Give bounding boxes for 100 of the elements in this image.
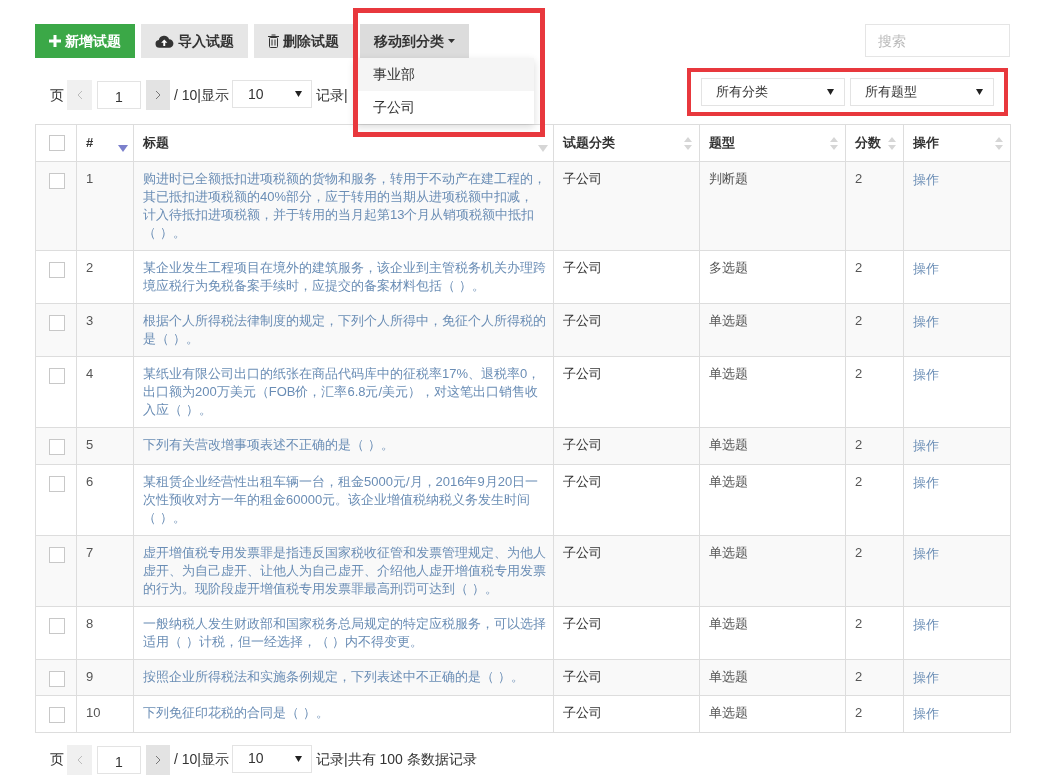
chevron-left-icon	[76, 90, 83, 100]
table-cell: 8	[76, 606, 134, 659]
dropdown-arrow-icon	[827, 89, 834, 95]
row-checkbox[interactable]	[49, 173, 65, 189]
column-header[interactable]: 标题	[133, 124, 554, 162]
select-all-checkbox[interactable]	[49, 135, 65, 151]
table-cell: 子公司	[553, 250, 700, 304]
action-link[interactable]: 操作	[913, 615, 939, 634]
page-label: 页	[50, 750, 64, 769]
table-cell: 单选题	[699, 303, 846, 357]
table-cell: 单选题	[699, 606, 846, 659]
dropdown-arrow-icon	[295, 91, 302, 97]
search-field[interactable]: 搜索	[865, 24, 1010, 57]
table-cell: 6	[76, 464, 134, 535]
row-checkbox[interactable]	[49, 546, 65, 563]
action-link[interactable]: 操作	[913, 437, 939, 455]
table-cell: 9	[76, 659, 134, 696]
table-cell: 单选题	[699, 427, 846, 464]
table-cell: 判断题	[699, 161, 846, 251]
dropdown-arrow-icon	[295, 755, 302, 762]
table-cell: 子公司	[553, 464, 700, 535]
table-cell: 2	[845, 303, 904, 357]
table-cell: 子公司	[553, 303, 700, 357]
table-cell: 单选题	[699, 356, 846, 428]
action-link[interactable]: 操作	[913, 668, 939, 687]
action-link[interactable]: 操作	[913, 313, 939, 331]
table-cell: 子公司	[553, 427, 700, 464]
table-cell: 单选题	[699, 464, 846, 535]
action-link[interactable]: 操作	[913, 705, 939, 723]
table-cell: 子公司	[553, 161, 700, 251]
row-checkbox[interactable]	[49, 262, 65, 278]
table-cell: 子公司	[553, 535, 700, 606]
page-count-text: / 10|显示	[174, 750, 229, 769]
table-cell: 2	[845, 535, 904, 606]
column-header[interactable]: 分数	[845, 124, 904, 162]
page-count-text: / 10|显示	[174, 85, 229, 105]
table-cell: 2	[845, 161, 904, 251]
column-header[interactable]: 试题分类	[553, 124, 700, 162]
chevron-right-icon	[155, 754, 161, 765]
table-cell: 7	[76, 535, 134, 606]
filter-select[interactable]: 所有题型	[850, 78, 994, 106]
trash-icon	[268, 34, 279, 48]
add-question-button[interactable]: 新增试题	[35, 24, 135, 58]
next-page-button[interactable]	[146, 80, 170, 110]
menu-item[interactable]: 事业部	[355, 58, 534, 91]
table-cell: 单选题	[699, 695, 846, 732]
table-cell: 4	[76, 356, 134, 428]
table-cell: 单选题	[699, 659, 846, 696]
action-link[interactable]: 操作	[913, 544, 939, 563]
row-checkbox[interactable]	[49, 315, 65, 331]
next-page-button[interactable]	[146, 744, 170, 775]
row-checkbox[interactable]	[49, 368, 65, 384]
caret-icon	[448, 39, 455, 43]
table-cell: 子公司	[553, 356, 700, 428]
table-cell: 2	[845, 250, 904, 304]
table-cell: 2	[845, 606, 904, 659]
row-checkbox[interactable]	[49, 475, 65, 492]
column-header[interactable]: 题型	[699, 124, 846, 162]
action-link[interactable]: 操作	[913, 473, 939, 492]
table-cell: 2	[845, 659, 904, 696]
move-to-category-button[interactable]: 移动到分类	[360, 24, 469, 58]
table-cell: 子公司	[553, 695, 700, 732]
chevron-left-icon	[76, 754, 83, 765]
row-checkbox[interactable]	[49, 707, 65, 723]
page-label: 页	[50, 85, 64, 105]
record-summary: 记录|共有 100 条数据记录	[316, 750, 477, 769]
table-cell: 2	[845, 464, 904, 535]
table-cell: 2	[845, 695, 904, 732]
table-cell: 多选题	[699, 250, 846, 304]
row-checkbox[interactable]	[49, 670, 65, 687]
dropdown-arrow-icon	[976, 89, 983, 95]
table-cell: 10	[76, 695, 134, 732]
action-link[interactable]: 操作	[913, 366, 939, 384]
page-input[interactable]: 1	[97, 745, 141, 774]
page-size-select[interactable]: 10	[232, 80, 312, 108]
column-header[interactable]: #	[76, 124, 134, 162]
row-checkbox[interactable]	[49, 617, 65, 634]
import-questions-button[interactable]: 导入试题	[141, 24, 248, 58]
page-size-select[interactable]: 10	[232, 744, 312, 773]
page-input[interactable]: 1	[97, 81, 141, 109]
plus-icon	[49, 35, 61, 47]
table-cell: 2	[845, 427, 904, 464]
record-summary: 记录|	[316, 85, 348, 105]
action-link[interactable]: 操作	[913, 260, 939, 278]
table-cell: 2	[76, 250, 134, 304]
table-cell: 3	[76, 303, 134, 357]
cloud-upload-icon	[155, 34, 174, 48]
menu-item[interactable]: 子公司	[355, 91, 534, 124]
column-header[interactable]: 操作	[903, 124, 1011, 162]
table-cell: 1	[76, 161, 134, 251]
table-cell: 2	[845, 356, 904, 428]
filter-select[interactable]: 所有分类	[701, 78, 845, 106]
table-cell: 5	[76, 427, 134, 464]
chevron-right-icon	[155, 90, 161, 100]
delete-questions-button[interactable]: 删除试题	[254, 24, 353, 58]
table-cell: 子公司	[553, 606, 700, 659]
row-checkbox[interactable]	[49, 439, 65, 455]
table-cell: 单选题	[699, 535, 846, 606]
table-cell: 子公司	[553, 659, 700, 696]
action-link[interactable]: 操作	[913, 171, 939, 189]
